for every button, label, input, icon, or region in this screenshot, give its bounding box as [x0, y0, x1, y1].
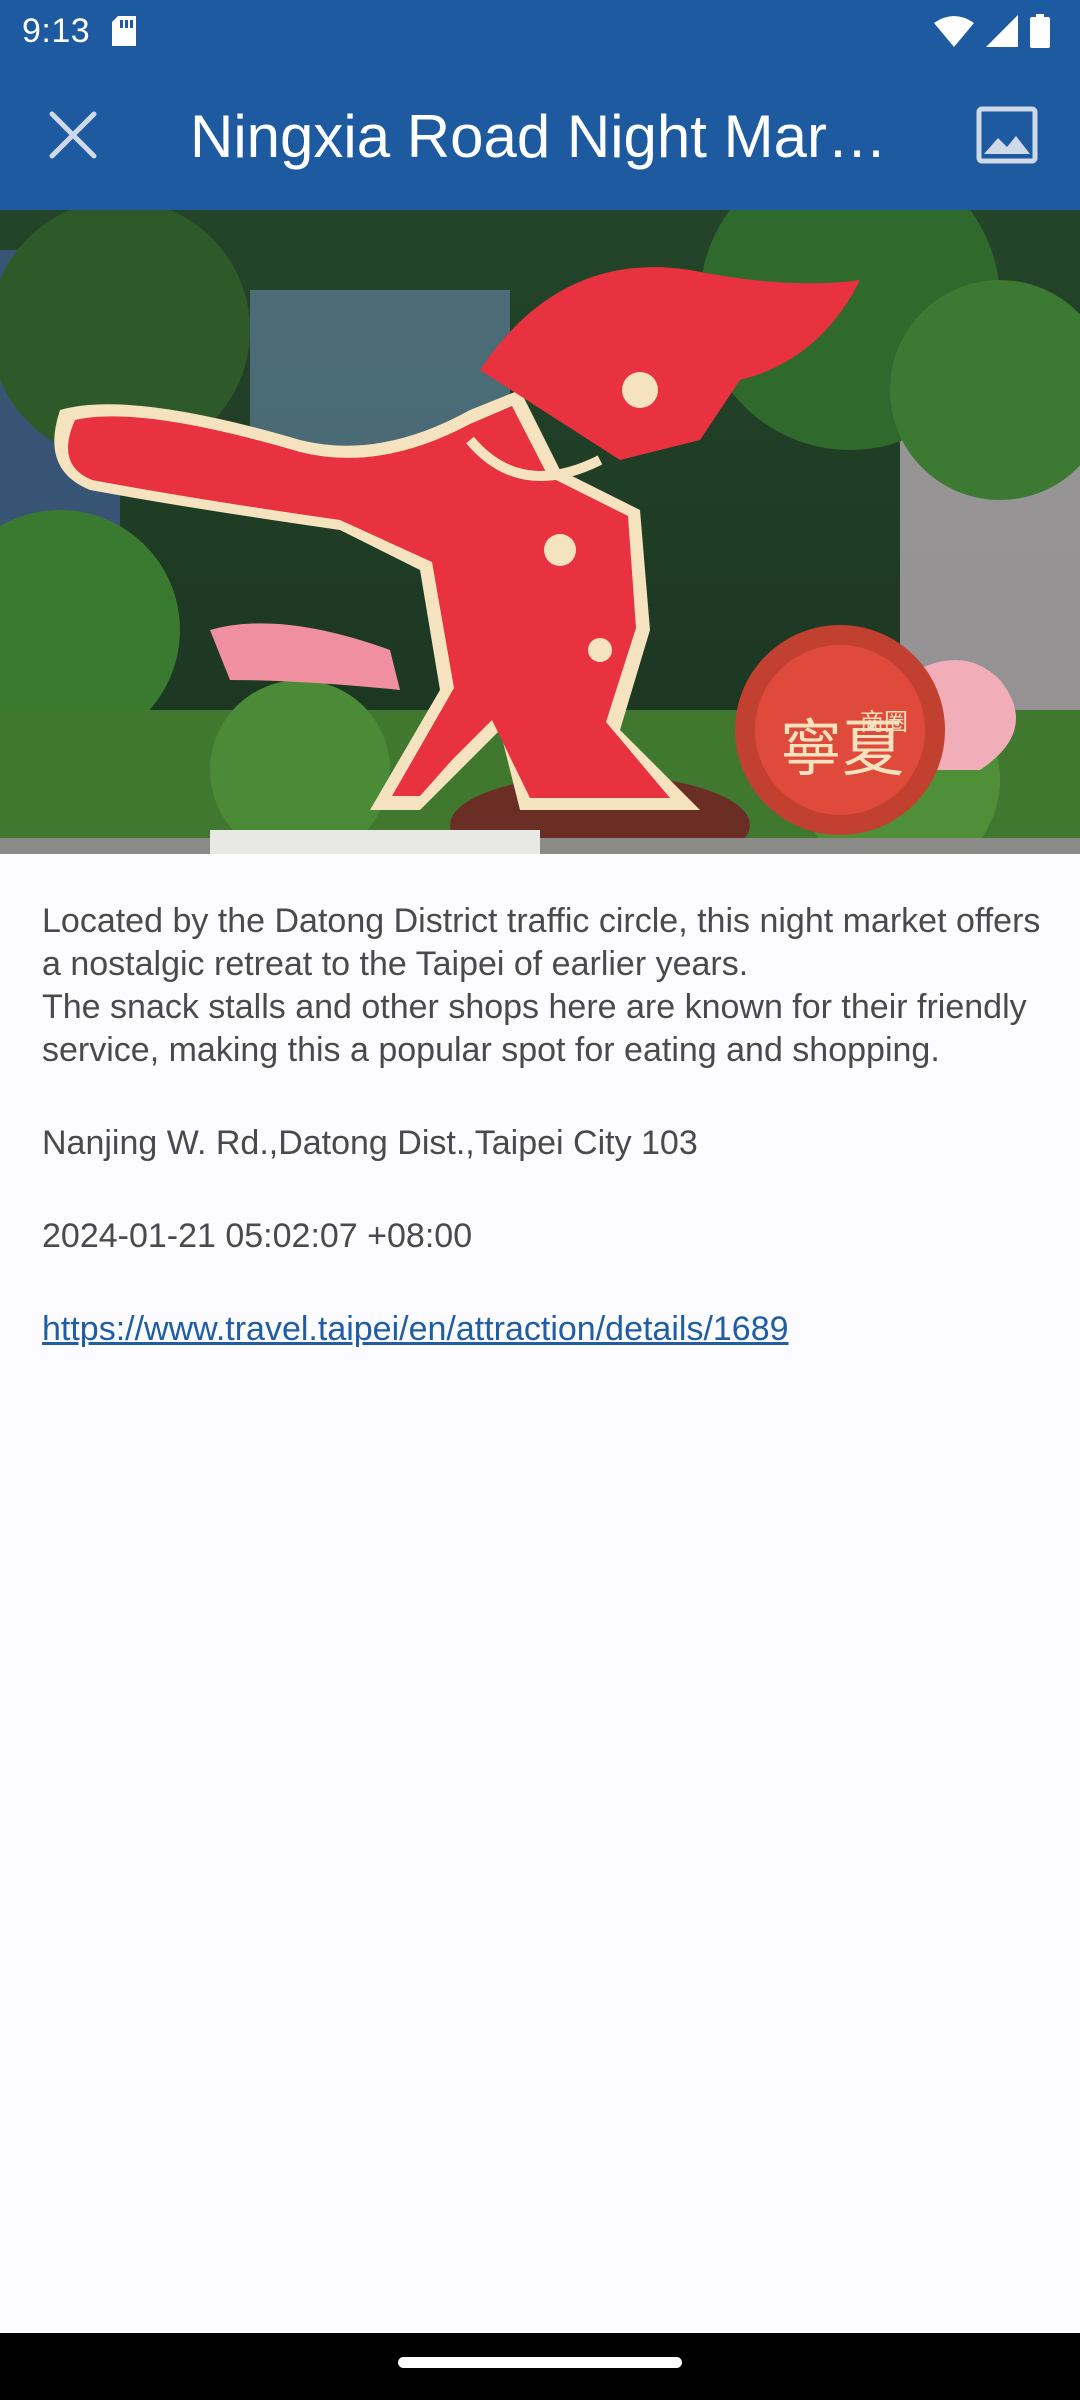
details-content: Located by the Datong District traffic c…	[42, 900, 1042, 1351]
datetime-text: 2024-01-21 05:02:07 +08:00	[42, 1217, 473, 1255]
app-bar: Ningxia Road Night Mar…	[0, 64, 1080, 210]
emblem-text-sub: 商圈	[860, 708, 908, 736]
address-text: Nanjing W. Rd.,Datong Dist.,Taipei City …	[42, 1124, 698, 1162]
signal-icon	[986, 15, 1018, 52]
status-icons	[934, 14, 1050, 53]
battery-icon	[1030, 14, 1050, 53]
description-text: Located by the Datong District traffic c…	[42, 902, 1041, 1069]
page-title: Ningxia Road Night Mar…	[190, 103, 887, 170]
status-time: 9:13	[22, 12, 91, 50]
sd-card-icon	[112, 16, 138, 51]
status-bar: 9:13	[0, 0, 1080, 64]
close-button[interactable]	[36, 100, 110, 174]
navigation-bar	[0, 2333, 1080, 2400]
wifi-icon	[934, 15, 974, 52]
details-link[interactable]: https://www.travel.taipei/en/attraction/…	[42, 1308, 789, 1351]
close-icon	[48, 110, 98, 165]
hero-image[interactable]: 寧夏 商圈	[0, 210, 1080, 854]
view-image-button[interactable]	[970, 100, 1044, 174]
image-icon	[976, 106, 1038, 169]
hero-illustration: 寧夏 商圈	[0, 210, 1080, 854]
home-handle[interactable]	[398, 2357, 682, 2368]
